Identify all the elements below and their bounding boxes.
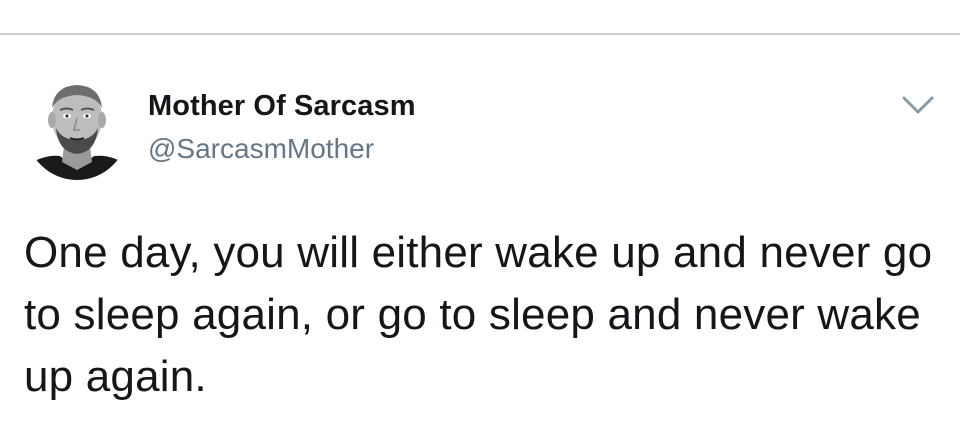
tweet-card: Mother Of Sarcasm @SarcasmMother One day… — [0, 0, 960, 438]
display-name[interactable]: Mother Of Sarcasm — [148, 90, 416, 123]
divider-line — [0, 33, 960, 35]
user-handle[interactable]: @SarcasmMother — [148, 133, 374, 165]
chevron-down-icon[interactable] — [900, 93, 936, 117]
profile-photo-icon — [26, 78, 128, 180]
avatar[interactable] — [26, 78, 128, 180]
tweet-text: One day, you will either wake up and nev… — [24, 228, 933, 401]
